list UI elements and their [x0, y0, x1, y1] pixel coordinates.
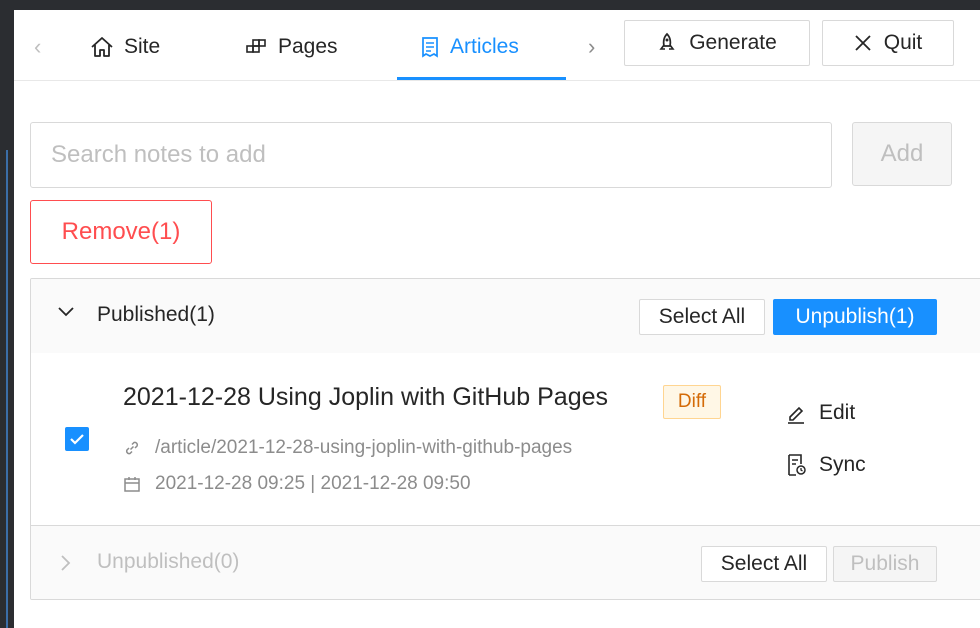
tab-site-label: Site	[124, 35, 161, 58]
chevron-down-icon[interactable]	[57, 305, 75, 319]
list-item: 2021-12-28 Using Joplin with GitHub Page…	[31, 353, 980, 525]
search-input[interactable]	[30, 122, 832, 188]
calendar-icon	[124, 477, 140, 492]
diff-badge: Diff	[663, 385, 721, 419]
tab-articles-label: Articles	[450, 35, 519, 58]
tab-scroll-right-icon[interactable]: ›	[588, 36, 595, 58]
article-url-row: /article/2021-12-28-using-joplin-with-gi…	[123, 437, 572, 459]
unpublished-section-title: Unpublished(0)	[97, 550, 240, 573]
close-icon	[855, 35, 871, 51]
rocket-icon	[659, 32, 675, 50]
articles-icon	[422, 37, 438, 58]
article-dates-row: 2021-12-28 09:25 | 2021-12-28 09:50	[123, 473, 471, 495]
tab-articles[interactable]: Articles	[420, 32, 519, 62]
chevron-right-icon[interactable]	[59, 554, 73, 572]
tab-pages[interactable]: Pages	[244, 32, 338, 62]
unpublish-button[interactable]: Unpublish(1)	[773, 299, 937, 335]
published-section-title: Published(1)	[97, 303, 215, 326]
tab-site[interactable]: Site	[90, 32, 160, 62]
link-icon	[126, 441, 138, 455]
unpublished-section-header[interactable]: Unpublished(0) Select All Publish	[31, 525, 980, 599]
article-title[interactable]: 2021-12-28 Using Joplin with GitHub Page…	[123, 383, 608, 412]
edit-button[interactable]: Edit	[785, 401, 855, 425]
sync-icon	[788, 454, 806, 476]
tab-scroll-left-icon[interactable]: ‹	[34, 36, 41, 58]
home-icon	[91, 37, 113, 57]
check-icon	[70, 434, 84, 445]
publish-button[interactable]: Publish	[833, 546, 937, 582]
pages-icon	[246, 39, 266, 53]
article-dates: 2021-12-28 09:25 | 2021-12-28 09:50	[155, 473, 471, 494]
active-tab-indicator	[397, 77, 566, 80]
edit-label: Edit	[819, 401, 856, 424]
add-button[interactable]: Add	[852, 122, 952, 186]
quit-button[interactable]: Quit	[822, 20, 954, 66]
sync-label: Sync	[819, 453, 866, 476]
sync-button[interactable]: Sync	[785, 453, 866, 477]
unpublished-select-all-button[interactable]: Select All	[701, 546, 827, 582]
quit-label: Quit	[883, 31, 923, 54]
left-sidebar-edge	[0, 10, 14, 628]
remove-button[interactable]: Remove(1)	[30, 200, 212, 264]
tab-pages-label: Pages	[278, 35, 338, 58]
article-url: /article/2021-12-28-using-joplin-with-gi…	[155, 437, 573, 458]
generate-button[interactable]: Generate	[624, 20, 810, 66]
sidebar-accent	[6, 150, 8, 628]
generate-label: Generate	[689, 31, 777, 54]
articles-collapse-panel: Published(1) Select All Unpublish(1) 202…	[30, 278, 980, 600]
edit-icon	[788, 406, 804, 424]
published-section-header[interactable]: Published(1) Select All Unpublish(1)	[31, 279, 980, 354]
published-select-all-button[interactable]: Select All	[639, 299, 765, 335]
window-top-bar	[0, 0, 980, 10]
article-checkbox[interactable]	[65, 427, 89, 451]
tab-bar: ‹ Site Pages Articles › Generate Quit	[14, 10, 980, 81]
